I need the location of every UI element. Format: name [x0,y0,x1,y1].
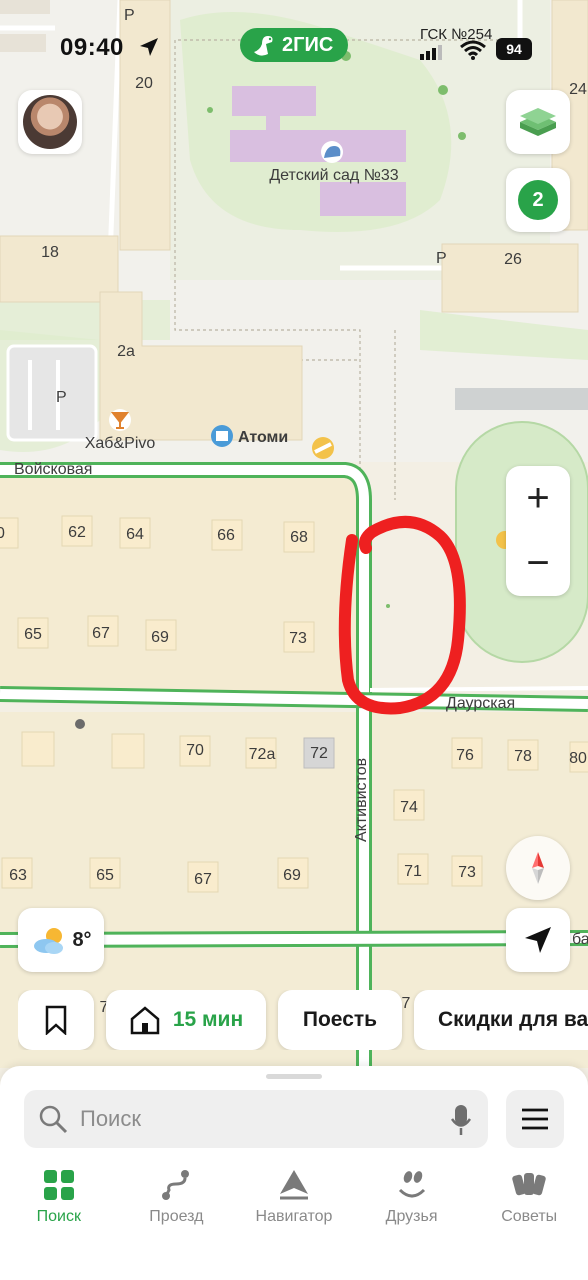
sheet-drag-handle[interactable] [266,1074,322,1079]
tab-search[interactable]: Поиск [0,1162,118,1242]
building-number: 76 [456,747,474,764]
tab-friends-label: Друзья [385,1208,438,1225]
home-route-time: 15 мин [172,1008,244,1031]
building-number: 69 [283,867,301,884]
zoom-control: + − [506,466,570,596]
goose-logo-icon [254,36,273,56]
eat-chip[interactable]: Поесть [278,990,402,1050]
tab-bar: Поиск Проезд Навигатор Друзья Советы [0,1162,588,1242]
status-time: 09:40 [60,34,124,61]
search-input[interactable]: Поиск [80,1106,141,1132]
street-daurskaya: Даурская [446,695,515,712]
layers-button[interactable] [506,90,570,154]
cellular-signal-icon [420,45,442,60]
building-number: 20 [135,75,153,92]
tips-cards-icon [512,1173,546,1196]
tab-search-label: Поиск [36,1208,81,1225]
tab-friends[interactable]: Друзья [353,1162,471,1242]
home-icon [130,1006,160,1035]
discounts-chip[interactable]: Скидки для ва [414,990,588,1050]
building-number: 64 [126,526,144,543]
building-number: 72 [310,745,328,762]
tab-navigator-label: Навигатор [255,1208,333,1225]
tab-tips-label: Советы [501,1208,558,1225]
bookmark-icon [45,1005,67,1035]
app-logo-text: 2ГИС [282,33,334,56]
building-number: 70 [186,742,204,759]
building-number: 67 [92,625,110,642]
avatar [23,95,77,149]
battery-indicator: 94 [496,38,532,60]
zoom-in-button[interactable]: + [506,466,570,531]
friends-icon [398,1171,425,1198]
building-number: 66 [217,527,235,544]
tab-navigator[interactable]: Навигатор [235,1162,353,1242]
microphone-icon[interactable] [450,1104,472,1136]
location-arrow-icon [140,38,158,56]
kindergarten-label: Детский сад №33 [269,167,398,184]
tab-tips[interactable]: Советы [470,1162,588,1242]
bookmarks-chip[interactable] [18,990,94,1050]
building-number: 80 [569,750,587,767]
building-number: 24 [569,81,587,98]
menu-button[interactable] [506,1090,564,1148]
route-icon [162,1170,190,1200]
status-bar: 09:40 2ГИС ГСК №254 94 [0,24,588,72]
hamburger-menu-icon [522,1108,548,1130]
parking-icon: P [436,250,447,267]
weather-temperature: 8° [72,928,92,951]
bottom-sheet: Поиск Поиск Проезд Навигатор Друзья Сове… [0,1066,588,1280]
notifications-button[interactable]: 2 [506,168,570,232]
store-label: Атоми [238,429,288,446]
street-label-cut: ба [572,931,588,948]
building-number: 26 [504,251,522,268]
building-number: 78 [514,748,532,765]
navigator-icon [279,1170,308,1200]
building-number: 18 [41,244,59,261]
building-number: 69 [151,629,169,646]
weather-widget[interactable]: 8° [18,908,104,972]
building-number: 74 [400,799,418,816]
bar-label: Хаб&Pivo [85,435,156,452]
grid-icon [43,1170,74,1200]
wifi-icon [460,40,486,60]
building-number: 65 [96,867,114,884]
building-number: 73 [458,864,476,881]
zoom-out-button[interactable]: − [506,531,570,596]
tab-route-label: Проезд [149,1208,204,1225]
building-number: 63 [9,867,27,884]
my-location-button[interactable] [506,908,570,972]
building-number: 62 [68,524,86,541]
street-aktivistov: Активистов [353,758,370,842]
building-number: 71 [404,863,422,880]
street-voiskovaya: Войсковая [14,461,92,478]
bar-icon[interactable] [109,409,131,431]
app-logo: 2ГИС [240,28,348,62]
home-route-chip[interactable]: 15 мин [106,990,266,1050]
navigation-arrow-icon [525,927,551,953]
store-icon[interactable] [211,425,233,447]
search-icon [39,1105,68,1134]
compass-icon [532,852,544,884]
notification-count-badge: 2 [518,180,558,220]
building-number: 2а [117,343,135,360]
building-number: 67 [194,871,212,888]
profile-button[interactable] [18,90,82,154]
compass-button[interactable] [506,836,570,900]
fitness-icon[interactable] [312,437,334,459]
partly-cloudy-icon [34,928,64,954]
building-number: 72а [249,746,276,763]
layers-icon [520,108,556,136]
kindergarten-icon[interactable] [321,141,343,163]
parking-icon: P [56,389,67,406]
quick-chips-row: 15 мин Поесть Скидки для ва [18,990,588,1050]
building-number: 60 [0,525,5,542]
tab-route[interactable]: Проезд [118,1162,236,1242]
building-number: 65 [24,626,42,643]
search-bar[interactable]: Поиск [24,1090,488,1148]
parking-icon: P [124,7,135,24]
building-number: 73 [289,630,307,647]
building-number: 68 [290,529,308,546]
